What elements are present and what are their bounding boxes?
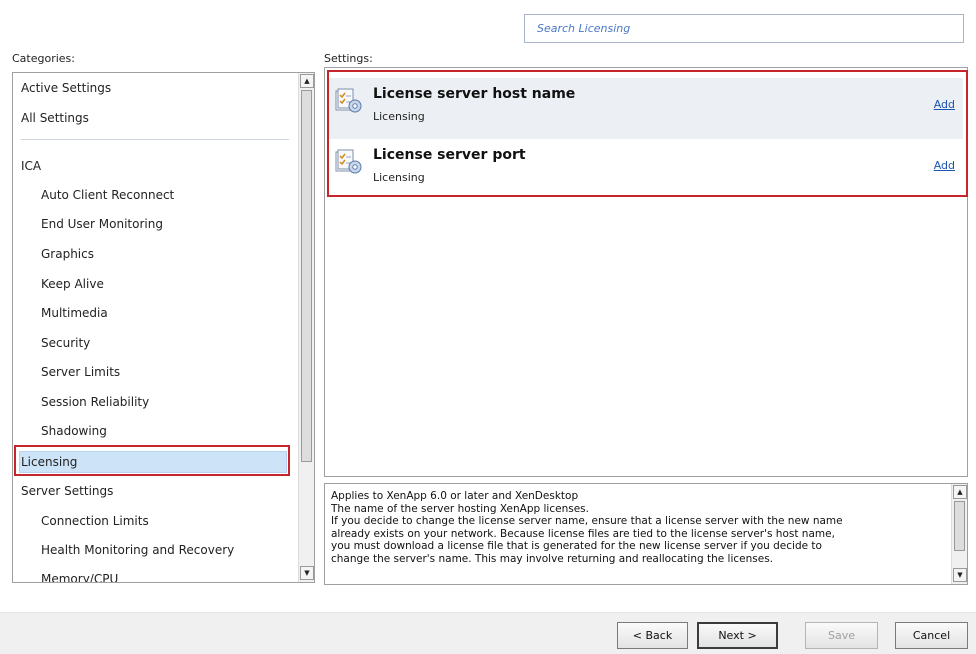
category-active-settings[interactable]: Active Settings <box>21 81 111 95</box>
categories-list[interactable]: Active Settings All Settings ICA Auto Cl… <box>12 72 315 583</box>
category-server-limits[interactable]: Server Limits <box>41 365 120 379</box>
category-health-monitoring[interactable]: Health Monitoring and Recovery <box>41 543 234 557</box>
scroll-down-icon[interactable]: ▼ <box>300 566 314 580</box>
categories-label: Categories: <box>12 52 75 65</box>
category-session-reliability[interactable]: Session Reliability <box>41 395 149 409</box>
save-button[interactable]: Save <box>805 622 878 649</box>
next-button[interactable]: Next > <box>697 622 778 649</box>
scroll-up-icon[interactable]: ▲ <box>953 485 967 499</box>
wizard-button-bar: < Back Next > Save Cancel <box>0 612 976 654</box>
setting-description-panel: Applies to XenApp 6.0 or later and XenDe… <box>324 483 968 585</box>
category-connection-limits[interactable]: Connection Limits <box>41 514 149 528</box>
category-auto-client-reconnect[interactable]: Auto Client Reconnect <box>41 188 174 202</box>
back-button[interactable]: < Back <box>617 622 688 649</box>
scroll-up-icon[interactable]: ▲ <box>300 74 314 88</box>
licensing-highlight-box <box>14 445 290 476</box>
category-divider <box>21 139 289 140</box>
description-line: The name of the server hosting XenApp li… <box>331 502 589 515</box>
description-line: already exists on your network. Because … <box>331 527 835 540</box>
category-multimedia[interactable]: Multimedia <box>41 306 108 320</box>
description-line: you must download a license file that is… <box>331 540 822 553</box>
search-input[interactable] <box>524 14 964 43</box>
category-memory-cpu[interactable]: Memory/CPU <box>41 572 118 582</box>
category-all-settings[interactable]: All Settings <box>21 111 89 125</box>
categories-scrollbar[interactable]: ▲ ▼ <box>298 73 314 582</box>
category-keep-alive[interactable]: Keep Alive <box>41 277 104 291</box>
settings-label: Settings: <box>324 52 373 65</box>
scroll-thumb[interactable] <box>954 501 965 551</box>
scroll-down-icon[interactable]: ▼ <box>953 568 967 582</box>
scroll-thumb[interactable] <box>301 90 312 462</box>
category-server-settings[interactable]: Server Settings <box>21 484 113 498</box>
category-security[interactable]: Security <box>41 336 90 350</box>
description-line: Applies to XenApp 6.0 or later and XenDe… <box>331 490 579 502</box>
description-line: If you decide to change the license serv… <box>331 515 843 528</box>
category-ica[interactable]: ICA <box>21 159 41 173</box>
description-scrollbar[interactable]: ▲ ▼ <box>951 484 967 584</box>
description-line: change the server's name. This may invol… <box>331 552 774 565</box>
cancel-button[interactable]: Cancel <box>895 622 968 649</box>
category-end-user-monitoring[interactable]: End User Monitoring <box>41 217 163 231</box>
setting-description: Applies to XenApp 6.0 or later and XenDe… <box>331 490 943 566</box>
category-graphics[interactable]: Graphics <box>41 247 94 261</box>
settings-highlight-box <box>327 70 968 197</box>
category-shadowing[interactable]: Shadowing <box>41 424 107 438</box>
